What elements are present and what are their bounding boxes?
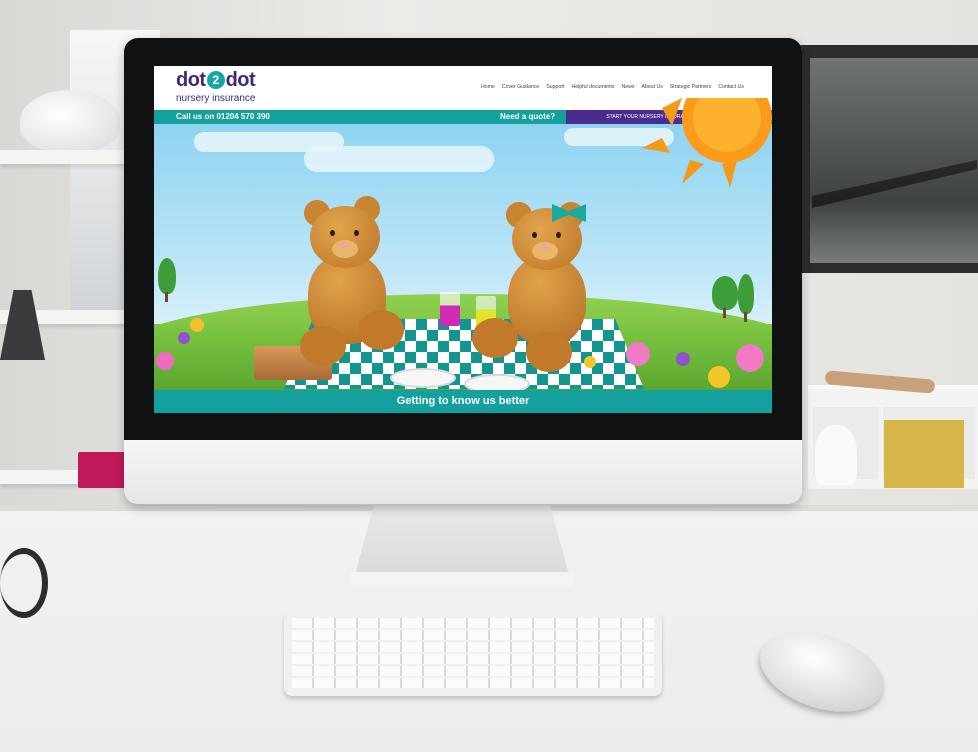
logo-subtitle: nursery insurance: [176, 93, 256, 104]
website-screen: dot 2 dot nursery insurance Home Cover Gui…: [154, 66, 772, 413]
book: [78, 452, 126, 488]
nav-about-us[interactable]: About Us: [641, 84, 662, 90]
nav-support[interactable]: Support: [546, 84, 564, 90]
yellow-box: [884, 420, 964, 488]
hero-caption[interactable]: Getting to know us better: [154, 390, 772, 413]
hero-illustration: [154, 98, 772, 413]
pink-drink-glass: [440, 292, 460, 326]
keyboard: [284, 612, 662, 696]
nav-contact-us[interactable]: Contact Us: [718, 84, 744, 90]
need-quote-label: Need a quote?: [500, 112, 556, 121]
sun-icon: [642, 98, 772, 188]
nav-home[interactable]: Home: [481, 84, 495, 90]
site-logo[interactable]: dot 2 dot: [176, 69, 256, 92]
nav-helpful-documents[interactable]: Helpful documents: [572, 84, 615, 90]
nav-strategic-partners[interactable]: Strategic Partners: [670, 84, 712, 90]
phone-number[interactable]: Call us on 01204 570 390: [176, 110, 270, 124]
small-vase: [815, 425, 857, 485]
wall-shelf: [0, 150, 125, 164]
bridge-photo: [810, 58, 978, 263]
main-nav: Home Cover Guidance Support Helpful docu…: [481, 84, 744, 90]
nav-cover-guidance[interactable]: Cover Guidance: [502, 84, 540, 90]
nav-news[interactable]: News: [621, 84, 634, 90]
headphone-cable: [0, 548, 48, 618]
monitor-chin: [124, 440, 802, 504]
white-vase: [20, 90, 120, 152]
plate: [390, 368, 456, 388]
